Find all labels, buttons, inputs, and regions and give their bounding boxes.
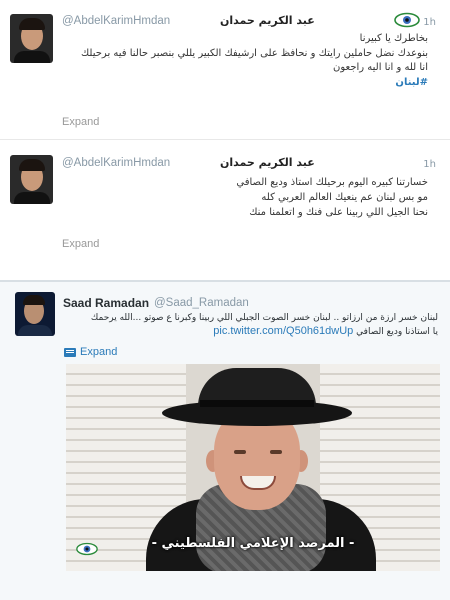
tweet[interactable]: @AbdelKarimHmdan عبد الكريم حمدان 1h خسا… xyxy=(0,142,450,265)
user-name[interactable]: Saad Ramadan xyxy=(63,296,149,310)
expand-link[interactable]: Expand xyxy=(62,238,99,250)
expand-icon xyxy=(64,347,76,357)
timestamp[interactable]: 1h xyxy=(423,17,436,28)
tweet-text: لبنان خسر ارزة من ارزاتو .. لبنان خسر ال… xyxy=(58,312,438,339)
tweet-line: خسارتنا كبيره اليوم برحيلك استاذ وديع ال… xyxy=(236,177,428,188)
featured-tweet[interactable]: Saad Ramadan @Saad_Ramadan لبنان خسر ارز… xyxy=(0,280,450,600)
divider xyxy=(0,139,450,140)
tweet-line: بخاطرك يا كبيرنا xyxy=(359,33,428,44)
user-handle[interactable]: @AbdelKarimHmdan xyxy=(62,15,170,27)
timestamp[interactable]: 1h xyxy=(423,159,436,170)
user-name[interactable]: عبد الكريم حمدان xyxy=(220,14,315,27)
tweet-line: بنوعدك نضل حاملين رايتك و نحافظ على ارشي… xyxy=(80,47,428,59)
photo-caption: - المرصد الإعلامي الفلسطيني - xyxy=(151,536,355,551)
expand-link[interactable]: Expand xyxy=(62,116,99,128)
user-handle[interactable]: @Saad_Ramadan xyxy=(154,297,249,309)
avatar[interactable] xyxy=(15,292,55,336)
tweet-header: @AbdelKarimHmdan عبد الكريم حمدان 1h xyxy=(62,154,438,174)
hashtag-link[interactable]: #لبنان xyxy=(68,76,428,91)
expand-label: Expand xyxy=(80,346,118,358)
tweet-text: خسارتنا كبيره اليوم برحيلك استاذ وديع ال… xyxy=(68,175,428,220)
divider xyxy=(0,280,450,282)
tweet-line: يا استاذنا وديع الصافي pic.twitter.com/Q… xyxy=(58,325,438,339)
tweet-photo[interactable]: - المرصد الإعلامي الفلسطيني - xyxy=(66,364,440,571)
tweet-header: @AbdelKarimHmdan عبد الكريم حمدان 1h xyxy=(62,12,438,32)
avatar[interactable] xyxy=(10,14,53,63)
eye-icon xyxy=(394,12,420,28)
tweet-line: لبنان خسر ارزة من ارزاتو .. لبنان خسر ال… xyxy=(90,313,438,323)
pic-link[interactable]: pic.twitter.com/Q50h61dwUp xyxy=(213,325,353,337)
avatar[interactable] xyxy=(10,155,53,204)
expand-button[interactable]: Expand xyxy=(64,346,117,358)
tweet-line: مو بس لبنان عم ينعيك العالم العربي كله xyxy=(261,192,428,203)
user-name[interactable]: عبد الكريم حمدان xyxy=(220,156,315,169)
tweet-line-text: يا استاذنا وديع الصافي xyxy=(356,327,438,337)
tweet[interactable]: @AbdelKarimHmdan عبد الكريم حمدان 1h بخا… xyxy=(0,0,450,140)
user-handle[interactable]: @AbdelKarimHmdan xyxy=(62,157,170,169)
tweet-text: بخاطرك يا كبيرنا بنوعدك نضل حاملين رايتك… xyxy=(68,32,428,90)
tweet-line: انا لله و انا اليه راجعون xyxy=(333,62,428,73)
tweet-line: نحنا الجيل اللي ربينا على فنك و اتعلمنا … xyxy=(249,207,428,218)
